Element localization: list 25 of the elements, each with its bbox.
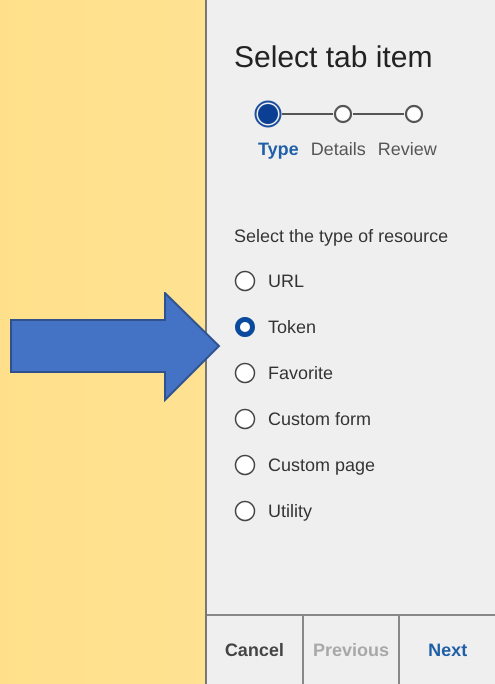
radio-button[interactable] bbox=[234, 316, 256, 338]
option-label: Favorite bbox=[268, 362, 334, 384]
option-label: Token bbox=[268, 316, 316, 338]
next-button[interactable]: Next bbox=[398, 616, 495, 684]
radio-option[interactable]: Favorite bbox=[234, 350, 495, 396]
radio-option[interactable]: Custom page bbox=[234, 442, 495, 488]
option-label: Custom page bbox=[268, 454, 376, 477]
radio-button[interactable] bbox=[234, 362, 256, 384]
step-label: Review bbox=[378, 138, 437, 161]
prompt-text: Select the type of resource bbox=[234, 225, 450, 248]
radio-option[interactable]: Utility bbox=[234, 488, 495, 534]
radio-option[interactable]: Token bbox=[234, 304, 495, 350]
radio-button[interactable] bbox=[234, 454, 256, 476]
radio-button[interactable] bbox=[234, 408, 256, 430]
radio-button[interactable] bbox=[234, 270, 256, 292]
radio-button[interactable] bbox=[234, 500, 256, 522]
step-label: Details bbox=[310, 138, 366, 161]
step-label: Type bbox=[258, 138, 299, 161]
option-label: Utility bbox=[268, 500, 312, 523]
radio-option[interactable]: Custom form bbox=[234, 396, 495, 442]
radio-option[interactable]: URL bbox=[234, 258, 495, 304]
option-label: URL bbox=[268, 270, 304, 292]
dialog-title: Select tab item bbox=[234, 40, 434, 76]
option-label: Custom form bbox=[268, 408, 372, 430]
cancel-button[interactable]: Cancel bbox=[207, 616, 302, 684]
